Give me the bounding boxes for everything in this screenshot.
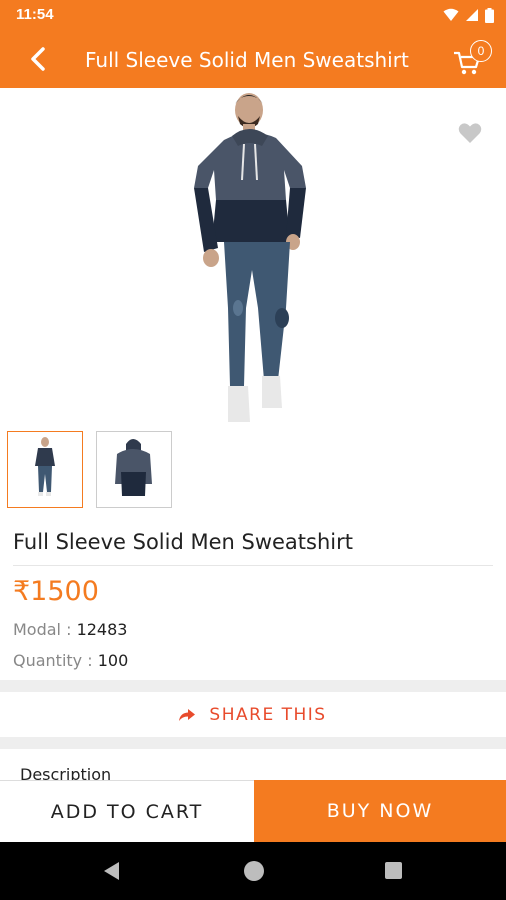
section-separator xyxy=(0,680,506,692)
thumbnail-front[interactable] xyxy=(7,431,83,508)
wishlist-button[interactable] xyxy=(458,122,482,144)
share-label: SHARE THIS xyxy=(209,704,327,725)
battery-icon xyxy=(485,7,494,23)
status-time: 11:54 xyxy=(16,6,54,23)
arrow-left-icon xyxy=(31,47,45,71)
share-button[interactable]: SHARE THIS xyxy=(0,692,506,737)
page-title: Full Sleeve Solid Men Sweatshirt xyxy=(85,48,409,72)
product-main-image[interactable] xyxy=(0,88,506,428)
cart-count-badge: 0 xyxy=(470,40,492,62)
model-label: Modal : xyxy=(13,620,77,639)
model-value: 12483 xyxy=(76,620,128,639)
product-price: ₹1500 xyxy=(13,576,99,607)
quantity-value: 100 xyxy=(97,651,129,670)
status-icons xyxy=(443,7,494,23)
heart-icon xyxy=(458,123,482,143)
nav-back-icon[interactable] xyxy=(103,861,121,881)
share-arrow-icon xyxy=(179,708,196,721)
wifi-icon xyxy=(443,8,459,21)
bottom-action-bar: ADD TO CART BUY NOW xyxy=(0,780,506,842)
back-button[interactable] xyxy=(24,44,54,74)
nav-recents-icon[interactable] xyxy=(385,862,402,879)
system-nav-bar xyxy=(0,842,506,900)
app-bar: Full Sleeve Solid Men Sweatshirt 0 xyxy=(0,30,506,88)
signal-icon xyxy=(466,9,478,21)
buy-now-button[interactable]: BUY NOW xyxy=(254,780,506,842)
cart-button[interactable]: 0 xyxy=(452,40,492,78)
product-name: Full Sleeve Solid Men Sweatshirt xyxy=(13,530,353,554)
quantity-label: Quantity : xyxy=(13,651,98,670)
product-photo xyxy=(194,93,306,422)
divider xyxy=(13,565,493,566)
thumbnail-back-image xyxy=(115,439,152,496)
thumbnail-front-image xyxy=(35,437,55,496)
quantity-row: Quantity : 100 xyxy=(13,651,128,670)
section-separator xyxy=(0,737,506,749)
model-row: Modal : 12483 xyxy=(13,620,127,639)
status-bar: 11:54 xyxy=(0,0,506,30)
thumbnail-back[interactable] xyxy=(96,431,172,508)
add-to-cart-button[interactable]: ADD TO CART xyxy=(0,780,254,842)
nav-home-icon[interactable] xyxy=(244,861,264,881)
